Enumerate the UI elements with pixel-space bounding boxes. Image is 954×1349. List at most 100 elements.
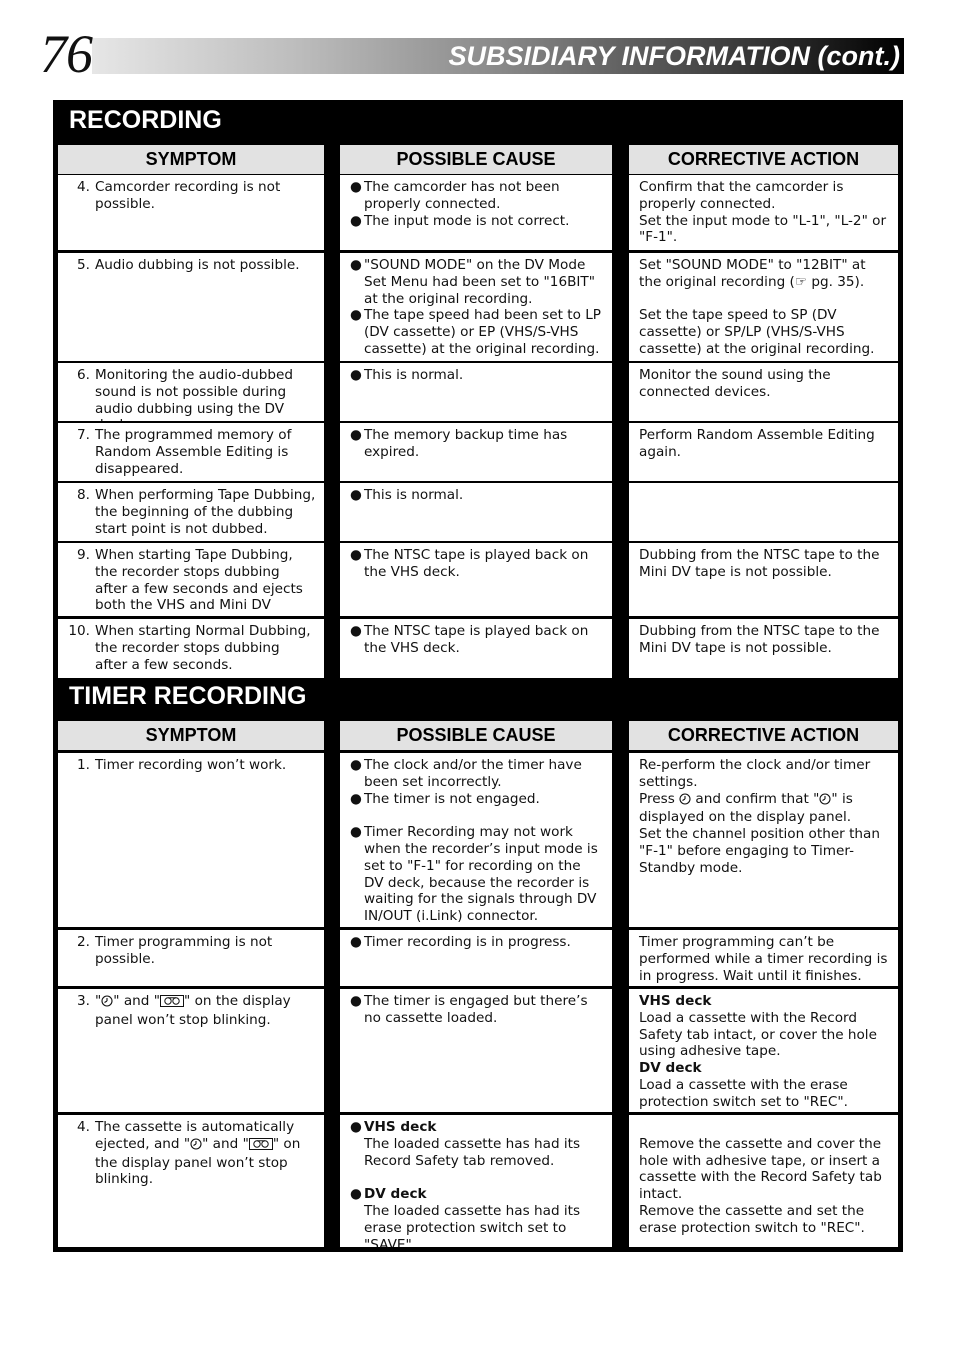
cause-text: The tape speed had been set to LP (DV ca… bbox=[364, 307, 601, 357]
symptom-text-part: " and " bbox=[202, 1135, 249, 1152]
symptom-text-part: " and " bbox=[113, 993, 160, 1009]
symptom-number: 4. bbox=[77, 1119, 90, 1135]
dv-deck-label: DV deck bbox=[364, 1186, 427, 1203]
action-text-part: Press bbox=[639, 790, 680, 807]
bullet-icon: ● bbox=[350, 547, 362, 563]
symptom-number: 3. bbox=[77, 993, 90, 1009]
action-text: Press and confirm that " " is displayed o… bbox=[639, 791, 890, 827]
bullet-icon: ● bbox=[350, 993, 362, 1009]
bullet-icon: ● bbox=[350, 212, 362, 229]
cause-text: The loaded cassette has had its erase pr… bbox=[364, 1202, 581, 1247]
table-row-action: Monitor the sound using the connected de… bbox=[629, 363, 898, 421]
symptom-number: 1. bbox=[77, 757, 90, 773]
symptom-number: 8. bbox=[77, 487, 90, 503]
cause-text: Timer recording is in progress. bbox=[364, 934, 571, 950]
header-possible-cause: POSSIBLE CAUSE bbox=[340, 145, 612, 174]
table-row-action: Timer programming can’t be performed whi… bbox=[629, 930, 898, 986]
symptom-text: When performing Tape Dubbing, the beginn… bbox=[95, 487, 316, 537]
action-text: Load a cassette with the Record Safety t… bbox=[639, 1009, 877, 1060]
timer-icon bbox=[190, 1138, 202, 1155]
bullet-icon: ● bbox=[350, 623, 362, 639]
bullet-icon: ● bbox=[350, 1119, 362, 1135]
symptom-text: The programmed memory of Random Assemble… bbox=[95, 427, 292, 477]
action-text: Set the input mode to "L-1", "L-2" or "F… bbox=[639, 212, 887, 246]
symptom-text: Audio dubbing is not possible. bbox=[95, 257, 300, 273]
cause-text: The NTSC tape is played back on the VHS … bbox=[364, 547, 589, 580]
timer-icon bbox=[679, 793, 691, 810]
table-row-cause: ● The clock and/or the timer have been se… bbox=[340, 753, 612, 927]
symptom-number: 2. bbox=[77, 934, 90, 950]
cause-text: The NTSC tape is played back on the VHS … bbox=[364, 623, 589, 656]
action-text: Dubbing from the NTSC tape to the Mini D… bbox=[639, 623, 880, 656]
cassette-icon bbox=[248, 1137, 273, 1155]
timer-icon bbox=[819, 793, 831, 810]
action-text: Dubbing from the NTSC tape to the Mini D… bbox=[639, 547, 880, 580]
vhs-deck-label: VHS deck bbox=[364, 1119, 437, 1135]
action-text: Remove the cassette and cover the hole w… bbox=[639, 1135, 882, 1203]
header-corrective-action: CORRECTIVE ACTION bbox=[629, 721, 898, 750]
table-row-symptom: 10. When starting Normal Dubbing, the rec… bbox=[58, 619, 324, 678]
action-text: Remove the cassette and set the erase pr… bbox=[639, 1202, 865, 1236]
section-title-recording: RECORDING bbox=[69, 106, 222, 134]
symptom-text: Monitoring the audio-dubbed sound is not… bbox=[95, 367, 293, 421]
action-text: Set the channel position other than "F-1… bbox=[639, 826, 880, 876]
cause-text: The clock and/or the timer have been set… bbox=[364, 757, 582, 790]
table-row-cause: ● This is normal. bbox=[340, 483, 612, 541]
cause-text: The timer is engaged but there’s no cass… bbox=[364, 993, 588, 1026]
symptom-number: 10. bbox=[68, 623, 90, 639]
symptom-number: 4. bbox=[77, 179, 90, 195]
bullet-icon: ● bbox=[350, 934, 362, 950]
cassette-icon bbox=[160, 995, 184, 1012]
action-text: Load a cassette with the erase protectio… bbox=[639, 1076, 848, 1110]
troubleshooting-table: RECORDING SYMPTOM POSSIBLE CAUSE CORRECT… bbox=[53, 100, 903, 1252]
table-row-cause: ● VHS deck The loaded cassette has had it… bbox=[340, 1115, 612, 1247]
table-row-symptom: 1. Timer recording won’t work. bbox=[58, 753, 324, 927]
cause-text: Timer Recording may not work when the re… bbox=[364, 824, 598, 925]
bullet-icon: ● bbox=[350, 824, 362, 841]
bullet-icon: ● bbox=[350, 757, 362, 773]
action-text-part: and confirm that " bbox=[691, 790, 820, 807]
table-row-cause: ● "SOUND MODE" on the DV Mode Set Menu ha… bbox=[340, 253, 612, 361]
action-text: Set the tape speed to SP (DV cassette) o… bbox=[639, 307, 875, 357]
symptom-number: 9. bbox=[77, 547, 90, 563]
cause-text: This is normal. bbox=[364, 367, 464, 383]
symptom-text: Timer recording won’t work. bbox=[95, 757, 287, 773]
table-row-symptom: 4. Camcorder recording is not possible. bbox=[58, 175, 324, 250]
table-row-cause: ● Timer recording is in progress. bbox=[340, 930, 612, 986]
table-row-cause: ● The timer is engaged but there’s no cas… bbox=[340, 989, 612, 1112]
cause-text: This is normal. bbox=[364, 487, 464, 503]
table-row-symptom: 7. The programmed memory of Random Assemb… bbox=[58, 423, 324, 481]
table-row-action: Dubbing from the NTSC tape to the Mini D… bbox=[629, 619, 898, 678]
table-row-symptom: 6. Monitoring the audio-dubbed sound is n… bbox=[58, 363, 324, 421]
table-row-symptom: 4. The cassette is automatically ejected,… bbox=[58, 1115, 324, 1247]
bullet-icon: ● bbox=[350, 790, 362, 807]
bullet-icon: ● bbox=[350, 487, 362, 503]
cause-text: The memory backup time has expired. bbox=[364, 427, 568, 460]
action-text: Re-perform the clock and/or timer settin… bbox=[639, 757, 871, 790]
bullet-icon: ● bbox=[350, 427, 362, 443]
page-number: 76 bbox=[40, 24, 93, 84]
table-row-cause: ● The NTSC tape is played back on the VHS… bbox=[340, 619, 612, 678]
section-title-timer-recording: TIMER RECORDING bbox=[69, 682, 307, 710]
table-row-action: Set "SOUND MODE" to "12BIT" at the origi… bbox=[629, 253, 898, 361]
cause-text: The camcorder has not been properly conn… bbox=[364, 179, 560, 212]
table-row-action: VHS deck Load a cassette with the Record… bbox=[629, 989, 898, 1112]
symptom-number: 7. bbox=[77, 427, 90, 443]
page-header-banner: SUBSIDIARY INFORMATION (cont.) bbox=[92, 38, 904, 74]
symptom-number: 6. bbox=[77, 367, 90, 383]
action-text: Perform Random Assemble Editing again. bbox=[639, 427, 875, 460]
table-row-cause: ● The memory backup time has expired. bbox=[340, 423, 612, 481]
cause-text: "SOUND MODE" on the DV Mode Set Menu had… bbox=[364, 257, 595, 307]
symptom-text: " " and " " on the display panel won’t sto… bbox=[95, 993, 316, 1029]
action-text: Timer programming can’t be performed whi… bbox=[639, 934, 888, 984]
bullet-icon: ● bbox=[350, 1186, 362, 1203]
bullet-icon: ● bbox=[350, 257, 362, 273]
timer-icon bbox=[101, 995, 113, 1012]
symptom-number: 5. bbox=[77, 257, 90, 273]
symptom-text: Timer programming is not possible. bbox=[95, 934, 273, 967]
table-row-cause: ● This is normal. bbox=[340, 363, 612, 421]
cause-text: The input mode is not correct. bbox=[364, 212, 570, 229]
table-row-symptom: 3. " " and " " on the display panel won’t s… bbox=[58, 989, 324, 1112]
bullet-icon: ● bbox=[350, 367, 362, 383]
table-row-action: Perform Random Assemble Editing again. bbox=[629, 423, 898, 481]
